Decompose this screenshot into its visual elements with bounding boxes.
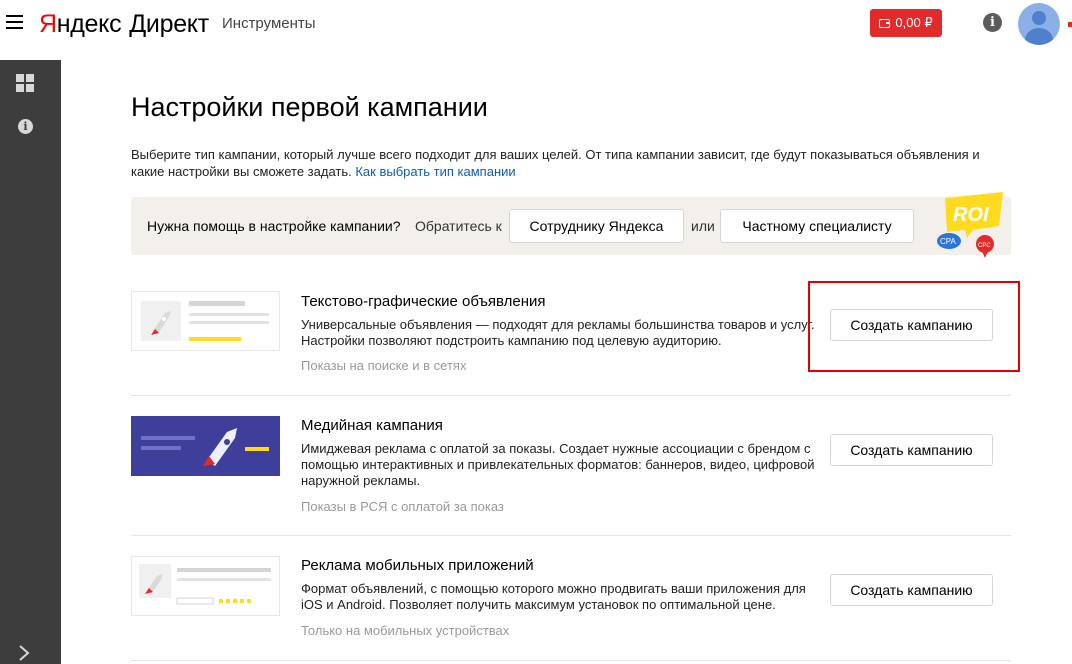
create-campaign-button-media[interactable]: Создать кампанию (830, 434, 993, 466)
avatar-body-shape (1025, 28, 1053, 45)
row-divider (131, 660, 1011, 661)
cropped-header-mark (1068, 22, 1072, 27)
campaign-description: Универсальные объявления — подходят для … (301, 317, 815, 348)
help-or-label: или (691, 218, 715, 234)
choose-campaign-type-link[interactable]: Как выбрать тип кампании (355, 164, 515, 179)
tools-menu-link[interactable]: Инструменты (222, 15, 316, 32)
campaign-title: Реклама мобильных приложений (301, 557, 534, 574)
balance-button[interactable]: 0,00 ₽ (870, 9, 942, 37)
cpc-label: CPC (978, 243, 991, 249)
campaign-description: Имиджевая реклама с оплатой за показы. С… (301, 441, 815, 488)
info-icon[interactable]: i (983, 13, 1002, 32)
help-question: Нужна помощь в настройке кампании? (147, 218, 401, 234)
roi-label: ROI (953, 204, 989, 226)
row-divider (131, 535, 1011, 536)
highlight-frame (808, 281, 1020, 372)
roi-badge-illustration: ROI CPA CPC (937, 192, 1003, 258)
campaign-title: Медийная кампания (301, 417, 443, 434)
cpa-label: CPA (940, 237, 957, 246)
text-ads-illustration (131, 291, 280, 351)
wallet-icon (879, 18, 891, 28)
campaign-option-mobile-apps: Реклама мобильных приложений Формат объя… (131, 556, 1011, 656)
row-divider (131, 395, 1011, 396)
top-header: Яндекс Директ Инструменты 0,00 ₽ i (0, 0, 1072, 48)
campaign-meta: Только на мобильных устройствах (301, 623, 510, 638)
balance-amount: 0,00 ₽ (895, 15, 933, 30)
campaign-meta: Показы в РСЯ с оплатой за показ (301, 499, 504, 514)
menu-burger-icon[interactable] (6, 15, 23, 29)
campaign-option-media: Медийная кампания Имиджевая реклама с оп… (131, 416, 1011, 526)
yandex-direct-logo[interactable]: Яндекс Директ (39, 10, 209, 39)
info-icon[interactable]: i (18, 119, 33, 134)
campaign-meta: Показы на поиске и в сетях (301, 358, 467, 373)
intro-text: Выберите тип кампании, который лучше все… (131, 147, 980, 179)
media-campaign-illustration (131, 416, 280, 476)
dashboard-grid-icon[interactable] (16, 74, 34, 92)
avatar-head-shape (1032, 11, 1046, 25)
create-campaign-button-mobile-apps[interactable]: Создать кампанию (830, 574, 993, 606)
campaign-description: Формат объявлений, с помощью которого мо… (301, 581, 806, 612)
mobile-ads-illustration (131, 556, 280, 616)
help-contact-label: Обратитесь к (415, 218, 502, 234)
yandex-employee-button[interactable]: Сотруднику Яндекса (509, 209, 684, 243)
user-avatar[interactable] (1018, 3, 1060, 45)
private-specialist-button[interactable]: Частному специалисту (720, 209, 914, 243)
left-sidebar: i (0, 60, 61, 664)
campaign-title: Текстово-графические объявления (301, 293, 546, 310)
help-banner: Нужна помощь в настройке кампании? Обрат… (131, 192, 1011, 258)
chevron-right-icon[interactable] (17, 644, 31, 662)
page-title: Настройки первой кампании (131, 92, 488, 122)
